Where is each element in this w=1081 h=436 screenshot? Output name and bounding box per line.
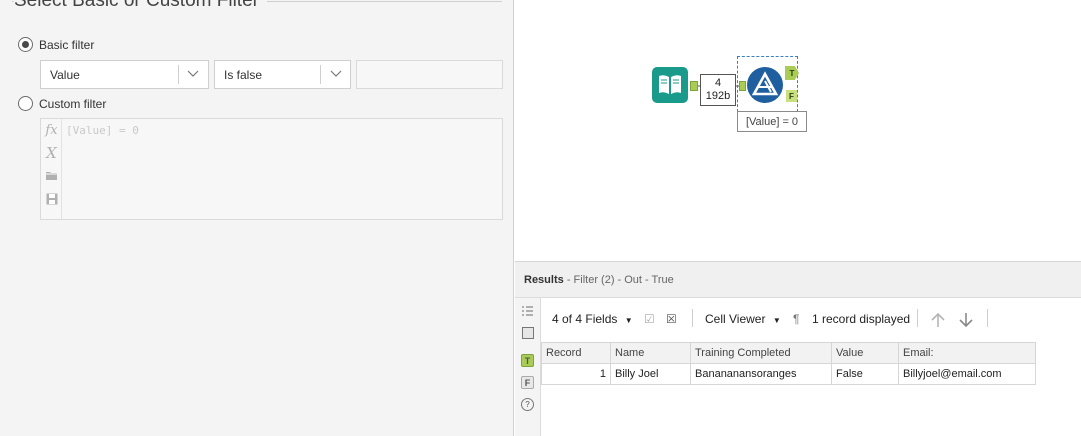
help-icon[interactable]: ? [521, 398, 534, 411]
false-anchor[interactable]: F [786, 90, 797, 102]
table-header-row: Record Name Training Completed Value Ema… [541, 342, 1036, 364]
table-row[interactable]: 1 Billy Joel Banananansoranges False Bil… [541, 363, 1036, 385]
results-table: Record Name Training Completed Value Ema… [541, 342, 1036, 385]
filter-value-input[interactable] [356, 60, 503, 89]
field-select[interactable]: Value [40, 60, 209, 89]
false-output-icon[interactable]: F [521, 376, 534, 389]
results-side-strip: T F ? [515, 298, 541, 436]
function-icon[interactable]: fx [43, 122, 60, 139]
results-panel: Results - Filter (2) - Out - True T F ? … [515, 261, 1081, 436]
connection-records: 4 [714, 77, 722, 89]
clear-icon[interactable]: ☒ [666, 312, 677, 326]
expression-gutter: fx X [41, 119, 62, 219]
results-toolbar: 4 of 4 Fields ▼ ☑ ☒ Cell Viewer ▼ ¶ 1 re… [542, 298, 1081, 338]
list-icon[interactable] [521, 304, 534, 317]
results-header: Results - Filter (2) - Out - True [515, 262, 1081, 298]
name-cell[interactable]: Billy Joel [610, 363, 691, 385]
basic-filter-label: Basic filter [39, 37, 95, 52]
expression-editor[interactable]: fx X [Value] = 0 [40, 118, 503, 220]
arrow-down-icon[interactable] [957, 311, 975, 329]
column-header[interactable]: Email: [898, 342, 1036, 364]
operator-select[interactable]: Is false [214, 60, 351, 89]
email-cell[interactable]: Billyjoel@email.com [898, 363, 1036, 385]
connection-size: 192b [705, 90, 731, 102]
tool-annotation: [Value] = 0 [737, 111, 807, 132]
pilcrow-icon[interactable]: ¶ [793, 312, 799, 326]
records-count: 1 record displayed [812, 312, 911, 326]
filter-triangle-icon [751, 71, 779, 96]
chevron-down-icon[interactable] [329, 66, 343, 80]
workflow-canvas[interactable]: 4 192b T F [Value] = 0 [515, 0, 1081, 260]
field-select-value: Value [50, 68, 80, 82]
custom-filter-radio[interactable] [18, 96, 33, 111]
output-anchor[interactable] [690, 81, 698, 91]
column-header[interactable]: Name [610, 342, 691, 364]
results-title: Results [524, 274, 564, 286]
expression-text: [Value] = 0 [66, 124, 139, 137]
basic-filter-option[interactable]: Basic filter [18, 37, 94, 52]
column-header[interactable]: Training Completed [690, 342, 832, 364]
results-subtitle: - Filter (2) - Out - True [566, 274, 674, 286]
caret-down-icon: ▼ [772, 316, 781, 325]
chevron-down-icon[interactable] [186, 66, 200, 80]
variable-icon[interactable]: X [43, 144, 60, 162]
custom-filter-label: Custom filter [39, 96, 107, 111]
configuration-panel: Select Basic or Custom Filter Basic filt… [0, 0, 514, 436]
check-icon[interactable]: ☑ [644, 312, 655, 326]
input-data-tool[interactable] [652, 67, 688, 103]
arrow-up-icon[interactable] [929, 311, 947, 329]
custom-filter-option[interactable]: Custom filter [18, 96, 106, 111]
save-icon[interactable] [43, 190, 60, 207]
column-header[interactable]: Value [831, 342, 899, 364]
book-icon [659, 75, 681, 94]
open-folder-icon[interactable] [43, 167, 60, 184]
column-header[interactable]: Record [541, 342, 611, 364]
input-anchor[interactable] [739, 81, 746, 91]
fields-dropdown[interactable]: 4 of 4 Fields ▼ [552, 312, 633, 326]
results-title-row: Results - Filter (2) - Out - True [524, 274, 674, 286]
section-title: Select Basic or Custom Filter [14, 0, 267, 12]
basic-filter-radio[interactable] [18, 37, 33, 52]
caret-down-icon: ▼ [624, 316, 633, 325]
value-cell[interactable]: False [831, 363, 899, 385]
training-completed-cell[interactable]: Banananansoranges [690, 363, 832, 385]
operator-select-value: Is false [224, 68, 263, 82]
cell-viewer-dropdown[interactable]: Cell Viewer ▼ [705, 312, 781, 326]
connection-info: 4 192b [700, 74, 736, 106]
table-view-icon[interactable] [521, 326, 534, 339]
filter-tool[interactable] [747, 67, 783, 103]
record-cell[interactable]: 1 [541, 363, 611, 385]
true-output-icon[interactable]: T [521, 354, 534, 367]
